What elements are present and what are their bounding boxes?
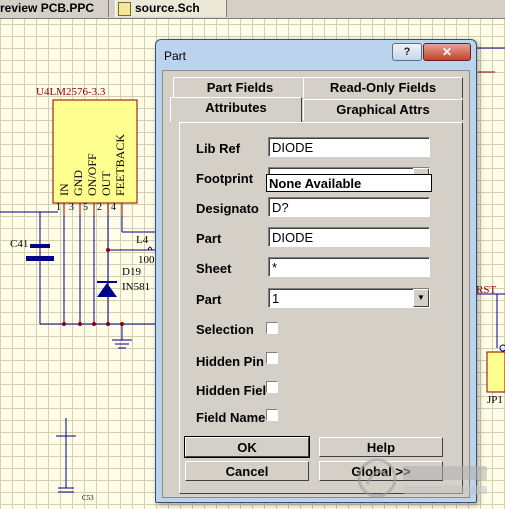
part-number-value: 1 — [272, 291, 280, 306]
tab-read-only-fields[interactable]: Read-Only Fields — [303, 77, 463, 98]
watermark-logo-icon — [357, 458, 487, 498]
selection-checkbox[interactable] — [266, 322, 278, 334]
sheet-label: Sheet — [196, 261, 232, 276]
hidden-pins-label: Hidden Pin — [196, 354, 264, 369]
u4-pin-names: IN — [57, 106, 71, 196]
junction2 — [78, 322, 82, 326]
d19-part: IN581 — [122, 281, 151, 293]
part-number-dropdown-arrow-icon[interactable]: ▼ — [413, 289, 429, 307]
pin-name-out: OUT — [99, 171, 113, 196]
schematic-file-icon — [118, 2, 131, 16]
lib-ref-input[interactable]: DIODE — [268, 137, 430, 157]
u4-label: U4LM2576-3.3 — [36, 86, 106, 98]
pin-name-in: IN — [57, 183, 71, 196]
pin-num-1: 1 — [56, 202, 61, 213]
l4-value: 100 — [138, 254, 155, 266]
dialog-title-bar[interactable]: Part ? ✕ — [156, 40, 476, 70]
rst-net-label: RST — [476, 284, 497, 296]
title-help-button[interactable]: ? — [392, 43, 422, 61]
field-names-checkbox[interactable] — [266, 409, 278, 421]
d19-body — [97, 283, 117, 297]
dialog-title: Part — [164, 49, 187, 63]
c41-plate2 — [26, 256, 54, 261]
hidden-fields-label: Hidden Fiel — [196, 383, 267, 398]
pin-num-2: 2 — [97, 202, 102, 213]
d19-label: D19 — [122, 266, 141, 278]
pin-name-feetback: FEETBACK — [113, 133, 127, 196]
pin-num-5: 5 — [83, 202, 88, 213]
tab-schematic-label: source.Sch — [135, 1, 200, 15]
jp1-body — [486, 351, 505, 393]
junction6 — [106, 248, 110, 252]
c53-label: C53 — [82, 494, 94, 502]
pin-num-4: 4 — [111, 202, 116, 213]
tab-part-fields[interactable]: Part Fields — [173, 77, 307, 98]
document-tab-bar: review PCB.PPC source.Sch — [0, 0, 505, 19]
hidden-fields-checkbox[interactable] — [266, 381, 278, 393]
hidden-pins-checkbox[interactable] — [266, 352, 278, 364]
pin-num-3: 3 — [69, 202, 74, 213]
lib-ref-label: Lib Ref — [196, 141, 241, 156]
tab-attributes[interactable]: Attributes — [170, 97, 302, 122]
selection-label: Selection — [196, 322, 254, 337]
part-number-combobox[interactable]: 1 ▼ — [268, 288, 430, 308]
dialog-body: Part Fields Read-Only Fields Graphical A… — [162, 70, 470, 498]
tab-pcb-document[interactable]: review PCB.PPC — [0, 0, 109, 17]
junction4 — [106, 322, 110, 326]
help-button[interactable]: Help — [319, 437, 443, 457]
pin-name-gnd: GND — [71, 170, 85, 196]
footprint-dropdown-option[interactable]: None Available — [266, 174, 432, 192]
close-button[interactable]: ✕ — [423, 43, 471, 61]
ok-button[interactable]: OK — [184, 436, 310, 458]
jp1-label: JP1 — [487, 394, 503, 406]
designator-input[interactable]: D? — [268, 197, 430, 217]
cancel-button[interactable]: Cancel — [185, 461, 309, 481]
tab-graphical-attrs[interactable]: Graphical Attrs — [303, 99, 463, 120]
tab-schematic-document[interactable]: source.Sch — [115, 0, 227, 17]
part-dialog: Part ? ✕ Part Fields Read-Only Fields Gr… — [155, 39, 477, 503]
jp1-pin — [499, 344, 505, 352]
junction3 — [92, 322, 96, 326]
pin-name-onoff: ON/OFF — [85, 153, 99, 196]
part-input[interactable]: DIODE — [268, 227, 430, 247]
junction1 — [62, 322, 66, 326]
designator-label: Designato — [196, 201, 259, 216]
field-names-label: Field Name — [196, 410, 266, 425]
sheet-input[interactable]: * — [268, 257, 430, 277]
c41-plate1 — [30, 244, 50, 248]
l4-label: L4 — [136, 234, 149, 246]
footprint-label: Footprint — [196, 171, 254, 186]
c41-label: C41 — [10, 238, 29, 250]
junction5 — [120, 322, 124, 326]
part-number-label: Part — [196, 292, 222, 307]
part-label: Part — [196, 231, 222, 246]
